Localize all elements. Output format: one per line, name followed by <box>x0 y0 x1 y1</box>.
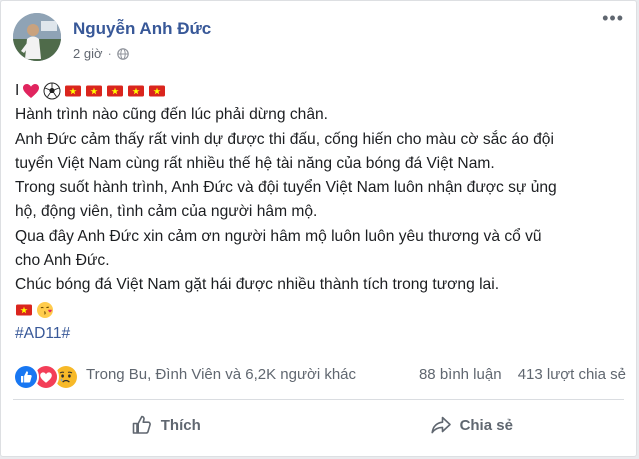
post-text-line: Anh Đức cảm thấy rất vinh dự được thi đấ… <box>15 130 554 148</box>
post-text-line: Qua đây Anh Đức xin cảm ơn người hâm mộ … <box>15 227 542 245</box>
comments-count-link[interactable]: 88 bình luận <box>419 366 502 383</box>
face-blowing-kiss-emoji <box>36 301 54 319</box>
post-hashtag-line: #AD11# <box>15 322 625 346</box>
post-text-line: Chúc bóng đá Việt Nam gặt hái được nhiều… <box>15 276 500 294</box>
like-button[interactable]: Thích <box>13 405 319 445</box>
reactions-bar: Trong Bu, Đình Viên và 6,2K người khác 8… <box>13 363 626 390</box>
post-text-line: Trong suốt hành trình, Anh Đức và đội tu… <box>15 179 557 197</box>
vietnam-flag-emoji <box>127 82 145 100</box>
share-arrow-icon <box>430 414 452 436</box>
like-reaction-icon[interactable] <box>13 364 39 390</box>
closing-emoji-line <box>15 298 625 322</box>
post-text-line: Hành trình nào cũng đến lúc phải dừng ch… <box>15 106 329 124</box>
heart-emoji <box>22 82 40 100</box>
reaction-names-link[interactable]: Trong Bu, Đình Viên và 6,2K người khác <box>86 366 356 383</box>
post-text-line: tuyển Việt Nam cùng rất nhiều thế hệ tài… <box>15 154 495 172</box>
hashtag-link[interactable]: #AD11# <box>15 325 70 342</box>
shares-count-link[interactable]: 413 lượt chia sẻ <box>518 366 626 383</box>
vietnam-flag-emoji <box>85 82 103 100</box>
like-button-label: Thích <box>160 416 201 434</box>
actions-divider <box>13 399 624 400</box>
post-body: I Hành trình nào cũng đến lúc phải dừng … <box>15 79 625 346</box>
share-button[interactable]: Chia sẻ <box>319 405 625 445</box>
author-name[interactable]: Nguyễn Anh Đức <box>73 19 211 39</box>
vietnam-flag-emoji <box>106 82 124 100</box>
first-line-prefix: I <box>15 82 20 99</box>
post-text-line: cho Anh Đức. <box>15 252 110 270</box>
reaction-icons[interactable] <box>13 363 83 390</box>
vietnam-flag-emoji <box>64 82 82 100</box>
post-text-line: hộ, động viên, tình cảm của người hâm mộ… <box>15 203 318 221</box>
post-actions: Thích Chia sẻ <box>13 405 624 445</box>
share-button-label: Chia sẻ <box>459 416 513 434</box>
more-options-icon[interactable]: ••• <box>602 9 624 27</box>
soccer-ball-emoji <box>43 82 61 100</box>
avatar-photo <box>13 13 61 61</box>
post-header: Nguyễn Anh Đức 2 giờ · <box>13 13 613 71</box>
post-card: Nguyễn Anh Đức 2 giờ · ••• I Hành trình … <box>0 0 637 457</box>
vietnam-flag-emoji <box>15 301 33 319</box>
meta-separator: · <box>107 46 112 61</box>
vietnam-flag-emoji <box>148 82 166 100</box>
post-meta: 2 giờ · <box>73 46 129 61</box>
author-avatar[interactable] <box>13 13 61 61</box>
post-first-line: I <box>15 79 625 103</box>
thumbs-up-icon <box>131 414 153 436</box>
globe-icon[interactable] <box>117 47 129 60</box>
post-time[interactable]: 2 giờ <box>73 46 103 61</box>
engagement-counts: 88 bình luận 413 lượt chia sẻ <box>419 366 626 383</box>
